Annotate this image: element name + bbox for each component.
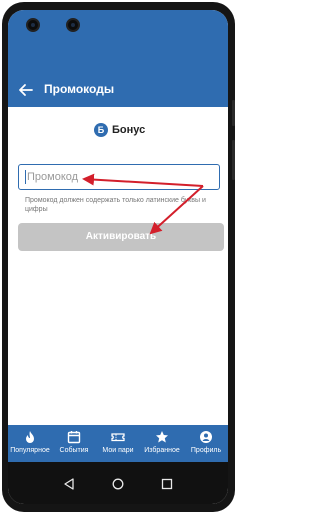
tab-profile[interactable]: Профиль xyxy=(184,425,228,462)
tab-popular[interactable]: Популярное xyxy=(8,425,52,462)
promo-content: Б Бонус Промокод Промокод должен содержа… xyxy=(8,107,228,425)
promo-code-hint: Промокод должен содержать только латинск… xyxy=(25,197,206,213)
system-nav-bar xyxy=(8,462,228,504)
status-bar xyxy=(8,10,228,73)
tab-events[interactable]: События xyxy=(52,425,96,462)
bonus-label: Бонус xyxy=(112,124,146,136)
nav-back-icon[interactable] xyxy=(63,478,75,490)
tab-favorites-label: Избранное xyxy=(144,447,180,454)
screen: Промокоды Б Бонус Промокод Промокод долж… xyxy=(8,10,228,504)
front-camera-icon xyxy=(26,18,40,32)
nav-home-icon[interactable] xyxy=(112,478,124,490)
ticket-icon xyxy=(111,433,125,442)
tab-my-bets[interactable]: Мои пари xyxy=(96,425,140,462)
front-sensor-icon xyxy=(66,18,80,32)
calendar-icon xyxy=(67,431,81,444)
tab-events-label: События xyxy=(59,447,89,454)
tab-popular-label: Популярное xyxy=(10,447,50,454)
promo-code-input[interactable]: Промокод xyxy=(18,164,220,190)
bonus-icon: Б xyxy=(94,123,108,137)
volume-button xyxy=(232,100,235,126)
tab-favorites[interactable]: Избранное xyxy=(140,425,184,462)
profile-icon xyxy=(200,431,212,443)
star-icon xyxy=(156,431,168,443)
arrow-left-icon[interactable] xyxy=(16,80,36,100)
bonus-header: Б Бонус xyxy=(94,122,145,138)
phone-frame: Промокоды Б Бонус Промокод Промокод долж… xyxy=(2,2,235,512)
bottom-tab-bar: Популярное События Мои пари Избранное Пр… xyxy=(8,425,228,462)
text-caret xyxy=(25,170,26,184)
nav-recents-icon[interactable] xyxy=(161,478,173,490)
page-title: Промокоды xyxy=(44,82,115,96)
app-bar: Промокоды xyxy=(8,73,228,107)
annotation-arrows xyxy=(82,173,204,235)
promo-code-placeholder: Промокод xyxy=(27,171,79,183)
tab-my-bets-label: Мои пари xyxy=(102,447,134,454)
tab-profile-label: Профиль xyxy=(190,447,222,454)
activate-button[interactable]: Активировать xyxy=(18,223,224,251)
power-button xyxy=(232,140,235,180)
flame-icon xyxy=(26,431,34,443)
